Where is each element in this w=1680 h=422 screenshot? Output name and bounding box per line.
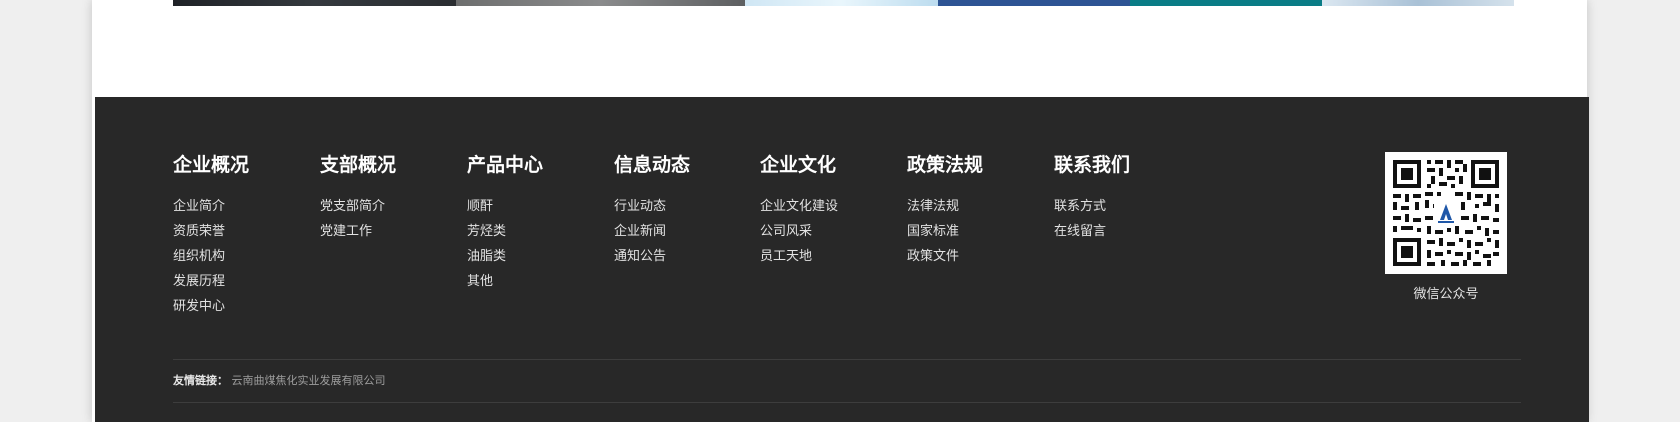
footer-nav-link[interactable]: 行业动态 — [614, 194, 690, 219]
qr-code-icon — [1385, 152, 1507, 274]
footer-divider — [173, 402, 1521, 403]
footer-nav-products: 产品中心 顺酐 芳烃类 油脂类 其他 — [467, 153, 543, 294]
footer-nav-title[interactable]: 联系我们 — [1054, 153, 1130, 177]
footer-nav-link[interactable]: 芳烃类 — [467, 219, 543, 244]
banner-image-2[interactable] — [456, 0, 745, 6]
footer-nav-contact: 联系我们 联系方式 在线留言 — [1054, 153, 1130, 244]
footer-nav-link[interactable]: 法律法规 — [907, 194, 983, 219]
footer-nav-culture: 企业文化 企业文化建设 公司风采 员工天地 — [760, 153, 838, 269]
footer-nav-link[interactable]: 顺酐 — [467, 194, 543, 219]
banner-image-strip — [173, 0, 1514, 6]
friend-links-label: 友情链接： — [173, 374, 228, 387]
footer-nav-title[interactable]: 政策法规 — [907, 153, 983, 177]
footer-nav-title[interactable]: 企业文化 — [760, 153, 838, 177]
footer-nav-link[interactable]: 国家标准 — [907, 219, 983, 244]
footer-nav-news: 信息动态 行业动态 企业新闻 通知公告 — [614, 153, 690, 269]
footer-nav-link[interactable]: 联系方式 — [1054, 194, 1130, 219]
friend-links: 友情链接： 云南曲煤焦化实业发展有限公司 — [173, 374, 386, 388]
footer-nav-policy: 政策法规 法律法规 国家标准 政策文件 — [907, 153, 983, 269]
wechat-qr-block: 微信公众号 — [1385, 152, 1507, 303]
footer-nav-title[interactable]: 信息动态 — [614, 153, 690, 177]
banner-image-3[interactable] — [745, 0, 938, 6]
footer-nav-link[interactable]: 公司风采 — [760, 219, 838, 244]
site-footer: 企业概况 企业简介 资质荣誉 组织机构 发展历程 研发中心 支部概况 党支部简介… — [95, 97, 1589, 422]
footer-nav-link[interactable]: 组织机构 — [173, 244, 249, 269]
footer-nav-link[interactable]: 通知公告 — [614, 244, 690, 269]
footer-nav-link[interactable]: 资质荣誉 — [173, 219, 249, 244]
footer-nav-title[interactable]: 产品中心 — [467, 153, 543, 177]
footer-nav-link[interactable]: 党支部简介 — [320, 194, 396, 219]
footer-nav-link[interactable]: 企业简介 — [173, 194, 249, 219]
friend-link[interactable]: 云南曲煤焦化实业发展有限公司 — [232, 374, 386, 387]
banner-image-5[interactable] — [1130, 0, 1322, 6]
banner-image-4[interactable] — [938, 0, 1130, 6]
banner-image-1[interactable] — [173, 0, 456, 6]
footer-nav-link[interactable]: 发展历程 — [173, 269, 249, 294]
banner-image-6[interactable] — [1322, 0, 1514, 6]
footer-divider — [173, 359, 1521, 360]
footer-nav-title[interactable]: 企业概况 — [173, 153, 249, 177]
footer-nav-branch: 支部概况 党支部简介 党建工作 — [320, 153, 396, 244]
footer-nav-link[interactable]: 企业新闻 — [614, 219, 690, 244]
footer-nav-title[interactable]: 支部概况 — [320, 153, 396, 177]
footer-nav-link[interactable]: 研发中心 — [173, 294, 249, 319]
footer-nav-link[interactable]: 在线留言 — [1054, 219, 1130, 244]
footer-nav-link[interactable]: 党建工作 — [320, 219, 396, 244]
footer-nav-link[interactable]: 政策文件 — [907, 244, 983, 269]
qr-caption: 微信公众号 — [1413, 287, 1479, 302]
footer-nav-link[interactable]: 员工天地 — [760, 244, 838, 269]
footer-nav-link[interactable]: 其他 — [467, 269, 543, 294]
footer-nav-link[interactable]: 企业文化建设 — [760, 194, 838, 219]
footer-nav-company: 企业概况 企业简介 资质荣誉 组织机构 发展历程 研发中心 — [173, 153, 249, 319]
footer-nav-link[interactable]: 油脂类 — [467, 244, 543, 269]
